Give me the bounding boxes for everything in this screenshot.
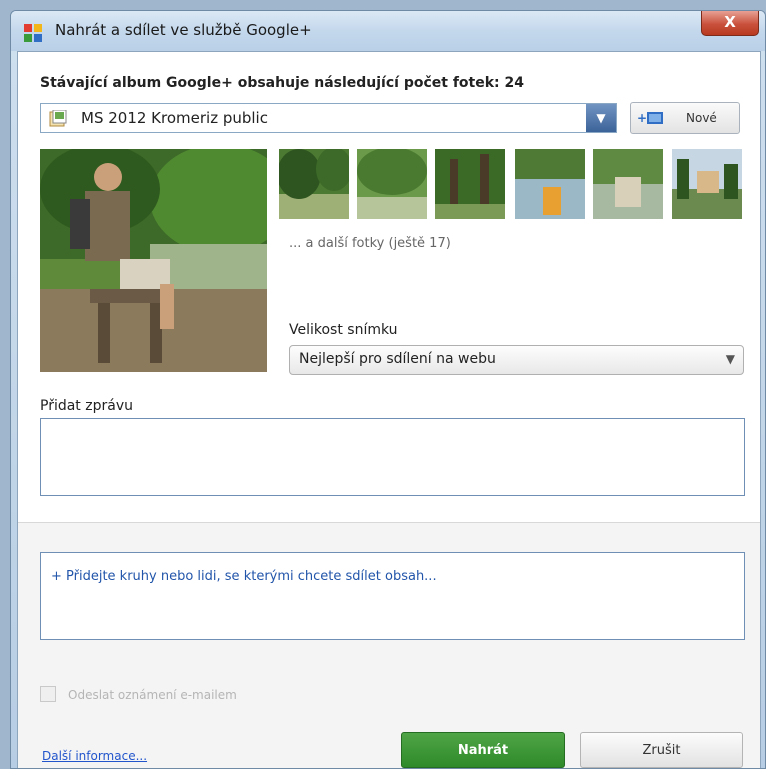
photo-thumbnail[interactable]: [357, 149, 427, 219]
share-placeholder: + Přidejte kruhy nebo lidi, se kterými c…: [51, 569, 437, 584]
photo-thumbnail[interactable]: [279, 149, 349, 219]
add-album-icon: +: [637, 110, 665, 126]
notify-email-checkbox[interactable]: [40, 686, 56, 702]
album-select[interactable]: MS 2012 Kromeriz public ▼: [40, 103, 617, 133]
dialog-content: Stávající album Google+ obsahuje následu…: [17, 51, 761, 768]
title-bar[interactable]: Nahrát a sdílet ve službě Google+ X: [11, 11, 765, 51]
new-album-label: Nové: [686, 111, 717, 125]
window-title: Nahrát a sdílet ve službě Google+: [55, 21, 312, 39]
upload-dialog: Nahrát a sdílet ve službě Google+ X Stáv…: [10, 10, 766, 769]
album-selected: MS 2012 Kromeriz public: [81, 109, 268, 127]
more-info-link[interactable]: Další informace...: [42, 749, 147, 763]
size-selected: Nejlepší pro sdílení na webu: [299, 351, 496, 367]
upload-button[interactable]: Nahrát: [401, 732, 565, 768]
message-input[interactable]: [40, 418, 745, 496]
size-label: Velikost snímku: [289, 322, 398, 338]
photo-thumbnail[interactable]: [515, 149, 585, 219]
chevron-down-icon: ▼: [725, 352, 735, 366]
close-button[interactable]: X: [701, 11, 759, 36]
picasa-logo-icon: [23, 23, 43, 43]
photo-thumbnail[interactable]: [672, 149, 742, 219]
size-select[interactable]: Nejlepší pro sdílení na webu ▼: [289, 345, 744, 375]
more-photos-text: ... a další fotky (ještě 17): [289, 236, 451, 251]
album-icon: [49, 110, 67, 128]
chevron-down-icon[interactable]: ▼: [586, 104, 616, 132]
photo-thumbnail[interactable]: [435, 149, 505, 219]
main-photo-preview: [40, 149, 267, 372]
svg-text:+: +: [637, 111, 647, 125]
message-label: Přidat zprávu: [40, 398, 133, 414]
album-info-text: Stávající album Google+ obsahuje následu…: [40, 75, 524, 91]
new-album-button[interactable]: + Nové: [630, 102, 740, 134]
notify-email-label: Odeslat oznámení e-mailem: [68, 688, 237, 702]
cancel-button[interactable]: Zrušit: [580, 732, 743, 768]
share-recipients-input[interactable]: + Přidejte kruhy nebo lidi, se kterými c…: [40, 552, 745, 640]
photo-thumbnail[interactable]: [593, 149, 663, 219]
